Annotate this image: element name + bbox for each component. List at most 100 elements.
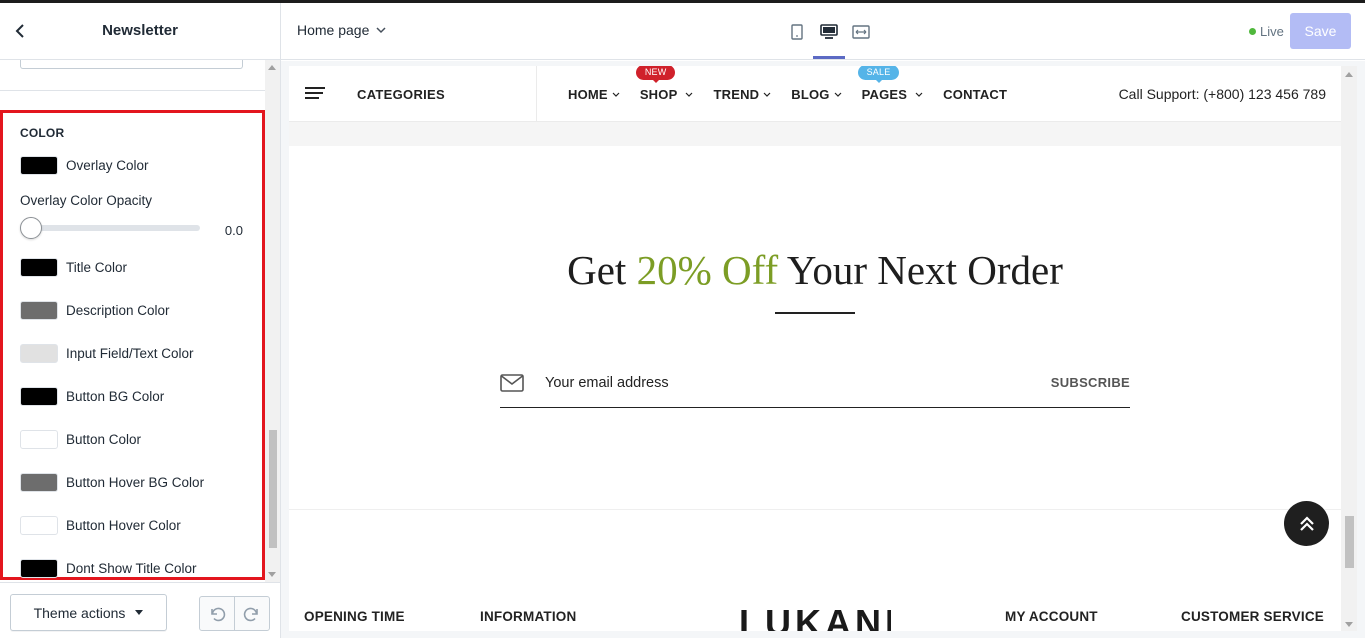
scrollbar-thumb[interactable] [269,430,277,548]
color-swatch[interactable] [20,343,58,363]
scroll-down-icon[interactable] [1345,622,1353,627]
email-input[interactable] [545,372,1025,394]
back-to-top-button[interactable] [1284,501,1329,546]
title-color-setting[interactable]: Title Color [20,257,127,277]
store-header: CATEGORIES HOME NEW SHOP TREND BLOG SALE… [289,66,1341,122]
save-button[interactable]: Save [1290,13,1351,49]
subscribe-button[interactable]: SUBSCRIBE [1051,375,1130,390]
scrollbar-thumb[interactable] [1345,516,1354,568]
footer-heading: OPENING TIME [304,609,405,624]
button-bg-color-setting[interactable]: Button BG Color [20,386,164,406]
overlay-color-setting[interactable]: Overlay Color [20,155,149,175]
sidebar-header: Newsletter [0,3,280,60]
opacity-slider[interactable] [20,217,200,239]
redo-icon [243,607,258,621]
color-swatch[interactable] [20,558,58,578]
button-color-setting[interactable]: Button Color [20,429,141,449]
chevron-down-icon [612,92,620,97]
description-color-setting[interactable]: Description Color [20,300,170,320]
header-spacer [289,122,1341,146]
button-hover-color-setting[interactable]: Button Hover Color [20,515,181,535]
color-label: Button Hover Color [66,517,181,533]
chevron-down-icon [763,92,771,97]
chevron-down-icon [686,92,693,97]
color-swatch[interactable] [20,472,58,492]
section-divider [289,509,1341,510]
menu-icon[interactable] [305,87,325,101]
color-label: Button BG Color [66,388,165,404]
theme-actions-button[interactable]: Theme actions [10,594,167,631]
color-label: Title Color [66,259,128,275]
nav-label: SHOP [639,87,678,102]
headline-highlight: 20% Off [636,247,779,293]
page-selector-label: Home page [297,22,370,38]
color-label: Button Hover BG Color [66,474,205,490]
slider-track [24,225,200,231]
main-nav: HOME NEW SHOP TREND BLOG SALE PAGES CONT… [568,66,1027,102]
scroll-down-icon[interactable] [268,572,276,577]
viewport-switcher [781,20,877,59]
chevron-down-icon [834,92,842,97]
section-title: COLOR [20,126,65,140]
button-hover-bg-color-setting[interactable]: Button Hover BG Color [20,472,204,492]
preview-frame: CATEGORIES HOME NEW SHOP TREND BLOG SALE… [281,61,1365,638]
preview-scrollbar[interactable] [1341,66,1357,631]
nav-label: PAGES [861,87,908,102]
store-logo[interactable]: LUKANI [739,604,891,631]
color-swatch[interactable] [20,429,58,449]
store-preview: CATEGORIES HOME NEW SHOP TREND BLOG SALE… [289,66,1341,631]
footer-heading: INFORMATION [480,609,577,624]
redo-button[interactable] [234,597,269,630]
caret-down-icon [135,610,144,615]
settings-scroll-area: COLOR Overlay Color Overlay Color Opacit… [0,60,265,582]
input-text-color-setting[interactable]: Input Field/Text Color [20,343,194,363]
previous-setting-select[interactable] [20,60,243,69]
color-swatch[interactable] [20,257,58,277]
newsletter-headline: Get 20% Off Your Next Order [289,246,1341,294]
nav-item-trend[interactable]: TREND [713,87,771,102]
color-settings-section: COLOR Overlay Color Overlay Color Opacit… [0,110,265,580]
color-label: Description Color [66,302,170,318]
new-badge: NEW [635,66,676,83]
chevron-down-icon [915,92,923,97]
color-label: Input Field/Text Color [66,345,194,361]
undo-button[interactable] [200,597,234,630]
headline-underline [775,312,855,314]
theme-actions-label: Theme actions [33,604,126,621]
scroll-up-icon[interactable] [268,65,276,70]
color-label: Dont Show Title Color [66,560,197,576]
support-phone: Call Support: (+800) 123 456 789 [1118,86,1326,102]
undo-icon [211,607,226,621]
chevron-down-icon [376,26,386,33]
color-swatch[interactable] [20,300,58,320]
nav-item-home[interactable]: HOME [568,87,620,102]
categories-link[interactable]: CATEGORIES [357,87,445,102]
desktop-view-button[interactable] [813,20,845,59]
dont-show-title-color-setting[interactable]: Dont Show Title Color [20,558,197,578]
color-label: Button Color [66,431,142,447]
color-swatch[interactable] [20,155,58,175]
scroll-up-icon[interactable] [1345,72,1353,77]
mobile-icon [791,24,803,40]
nav-item-shop[interactable]: NEW SHOP [635,66,694,102]
color-label: Overlay Color [66,157,149,173]
section-divider [0,90,265,91]
fullscreen-view-button[interactable] [845,20,877,44]
header-divider [536,66,537,122]
nav-label: CONTACT [943,87,1008,102]
slider-thumb[interactable] [20,217,42,239]
sidebar-scrollbar[interactable] [265,60,280,582]
double-chevron-up-icon [1299,515,1314,531]
color-swatch[interactable] [20,515,58,535]
nav-item-blog[interactable]: BLOG [791,87,842,102]
color-swatch[interactable] [20,386,58,406]
mobile-view-button[interactable] [781,20,813,44]
nav-label: TREND [713,87,760,102]
live-label: Live [1260,24,1284,39]
nav-item-pages[interactable]: SALE PAGES [857,66,924,102]
nav-label: BLOG [791,87,830,102]
page-selector[interactable]: Home page [297,22,386,38]
newsletter-form: SUBSCRIBE [500,362,1130,408]
nav-item-contact[interactable]: CONTACT [943,87,1007,102]
undo-redo-group [199,596,270,631]
